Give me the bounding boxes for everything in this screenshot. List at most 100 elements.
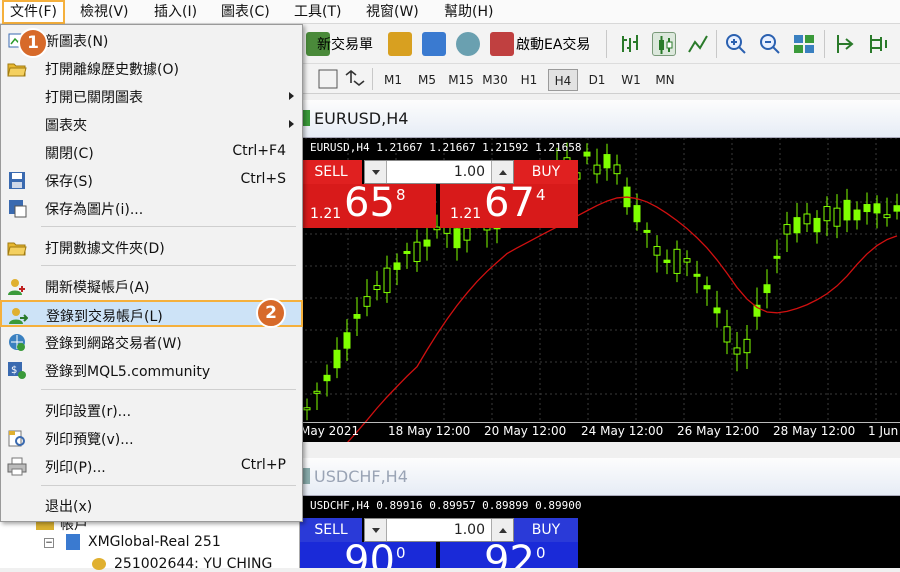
ea-trading-button[interactable]: 啟動EA交易: [516, 34, 590, 54]
timeframe-m15[interactable]: M15: [446, 69, 476, 91]
sell-price-prefix: 1.21: [310, 206, 342, 222]
x-tick-label: 26 May 12:00: [677, 424, 760, 438]
buy-price-sup: 0: [536, 544, 546, 562]
candle: [453, 228, 461, 249]
candle: [763, 284, 771, 294]
menu-label: 列印設置(r)...: [45, 404, 132, 420]
lot-size-input[interactable]: 1.00: [364, 518, 514, 542]
menu-item-login-web-trader[interactable]: 登錄到網路交易者(W): [1, 329, 302, 356]
timeframe-m30[interactable]: M30: [480, 69, 510, 91]
menu-shortcut: Ctrl+F4: [232, 143, 286, 159]
menu-item-login-mql5[interactable]: $ 登錄到MQL5.community: [1, 357, 302, 384]
menu-separator: [41, 265, 296, 266]
menu-insert[interactable]: 插入(I): [148, 0, 203, 24]
menu-item-open-offline[interactable]: 打開離線歷史數據(O): [1, 55, 302, 82]
candle: [393, 262, 401, 270]
timeframe-h4[interactable]: H4: [548, 69, 578, 91]
menu-item-exit[interactable]: 退出(x): [1, 492, 302, 519]
signals-icon[interactable]: [456, 32, 480, 56]
candle: [363, 296, 371, 307]
menu-view[interactable]: 檢視(V): [74, 0, 135, 24]
menu-label: 退出(x): [45, 499, 93, 515]
candle: [893, 205, 900, 212]
chart-window-title-eurusd[interactable]: EURUSD,H4: [300, 100, 900, 138]
candle: [803, 213, 811, 225]
menu-window[interactable]: 視窗(W): [360, 0, 425, 24]
buy-price-big: 92: [484, 542, 535, 568]
timeframe-m5[interactable]: M5: [412, 69, 442, 91]
lot-increase-arrow[interactable]: [491, 519, 513, 541]
candle: [333, 349, 341, 369]
candle: [643, 229, 651, 233]
menu-item-print-setup[interactable]: 列印設置(r)...: [1, 397, 302, 424]
new-account-icon: [7, 277, 27, 296]
menu-item-print[interactable]: 列印(P)... Ctrl+P: [1, 453, 302, 480]
toolbar-divider: [372, 68, 373, 90]
candle: [723, 326, 731, 343]
chart-window-title-usdchf[interactable]: USDCHF,H4: [300, 458, 900, 496]
new-order-button[interactable]: 新交易單: [317, 34, 373, 54]
zoom-in-icon[interactable]: [724, 32, 748, 56]
open-folder-icon: [7, 59, 27, 78]
menu-item-profiles[interactable]: 圖表夾: [1, 111, 302, 138]
menu-file[interactable]: 文件(F): [2, 0, 65, 24]
timeframe-w1[interactable]: W1: [616, 69, 646, 91]
navigator-panel: 帳戶 − XMGlobal-Real 251 251002644: YU CHI…: [0, 517, 300, 572]
market-watch-icon[interactable]: [422, 32, 446, 56]
timeframe-d1[interactable]: D1: [582, 69, 612, 91]
printer-icon: [7, 457, 27, 476]
menu-charts[interactable]: 圖表(C): [215, 0, 276, 24]
candle: [653, 246, 661, 256]
menu-item-save[interactable]: 保存(S) Ctrl+S: [1, 167, 302, 194]
buy-price-box[interactable]: 1.21 67 4: [440, 180, 578, 228]
chart-title: EURUSD,H4: [314, 109, 409, 128]
menu-item-open-data-folder[interactable]: 打開數據文件夾(D): [1, 234, 302, 261]
sell-price-box[interactable]: 90 0: [300, 542, 436, 568]
menu-separator: [41, 485, 296, 486]
buy-button[interactable]: BUY: [514, 518, 578, 542]
server-label[interactable]: XMGlobal-Real 251: [88, 534, 221, 550]
tile-windows-icon[interactable]: [792, 32, 816, 56]
timeframe-mn[interactable]: MN: [650, 69, 680, 91]
lot-decrease-arrow[interactable]: [365, 519, 387, 541]
toolbar-divider: [606, 30, 607, 58]
crosshair-icon[interactable]: [316, 67, 340, 91]
account-label[interactable]: 251002644: YU CHING: [114, 556, 272, 572]
menu-tools[interactable]: 工具(T): [288, 0, 347, 24]
buy-price-box[interactable]: 92 0: [440, 542, 578, 568]
line-chart-icon[interactable]: [686, 32, 710, 56]
candle: [863, 204, 871, 213]
timeframe-h1[interactable]: H1: [514, 69, 544, 91]
sell-price-box[interactable]: 1.21 65 8: [300, 180, 436, 228]
menu-item-print-preview[interactable]: 列印預覽(v)...: [1, 425, 302, 452]
timeframe-m1[interactable]: M1: [378, 69, 408, 91]
menu-item-close[interactable]: 關閉(C) Ctrl+F4: [1, 139, 302, 166]
menu-item-save-picture[interactable]: 保存為圖片(i)...: [1, 195, 302, 222]
sell-button[interactable]: SELL: [300, 518, 362, 542]
collapse-toggle[interactable]: −: [44, 538, 54, 548]
candle: [673, 248, 681, 274]
menu-label: 打開數據文件夾(D): [45, 241, 165, 257]
eurusd-chart[interactable]: EURUSD,H4 1.21667 1.21667 1.21592 1.2165…: [300, 138, 900, 442]
menu-label: 列印預覽(v)...: [45, 432, 134, 448]
menu-help[interactable]: 幫助(H): [438, 0, 499, 24]
chart-shift-icon[interactable]: [866, 32, 890, 56]
candle: [843, 199, 851, 221]
menu-item-open-demo-account[interactable]: 開新模擬帳戶(A): [1, 273, 302, 300]
usdchf-chart[interactable]: USDCHF,H4 0.89916 0.89957 0.89899 0.8990…: [300, 496, 900, 568]
bar-chart-icon[interactable]: [618, 32, 642, 56]
candle: [683, 258, 691, 263]
save-icon: [7, 171, 27, 190]
ea-trading-icon[interactable]: [490, 32, 514, 56]
candlestick-icon[interactable]: [652, 32, 676, 56]
arrows-tool-icon[interactable]: [342, 67, 366, 91]
zoom-out-icon[interactable]: [758, 32, 782, 56]
menu-separator: [41, 226, 296, 227]
menu-item-open-closed-chart[interactable]: 打開已關閉圖表: [1, 83, 302, 110]
auto-scroll-icon[interactable]: [832, 32, 856, 56]
submenu-arrow-icon: [289, 92, 294, 100]
sell-price-sup: 8: [396, 186, 406, 204]
step-2-badge: 2: [256, 298, 286, 328]
login-account-icon: [8, 306, 29, 325]
history-center-icon[interactable]: [388, 32, 412, 56]
